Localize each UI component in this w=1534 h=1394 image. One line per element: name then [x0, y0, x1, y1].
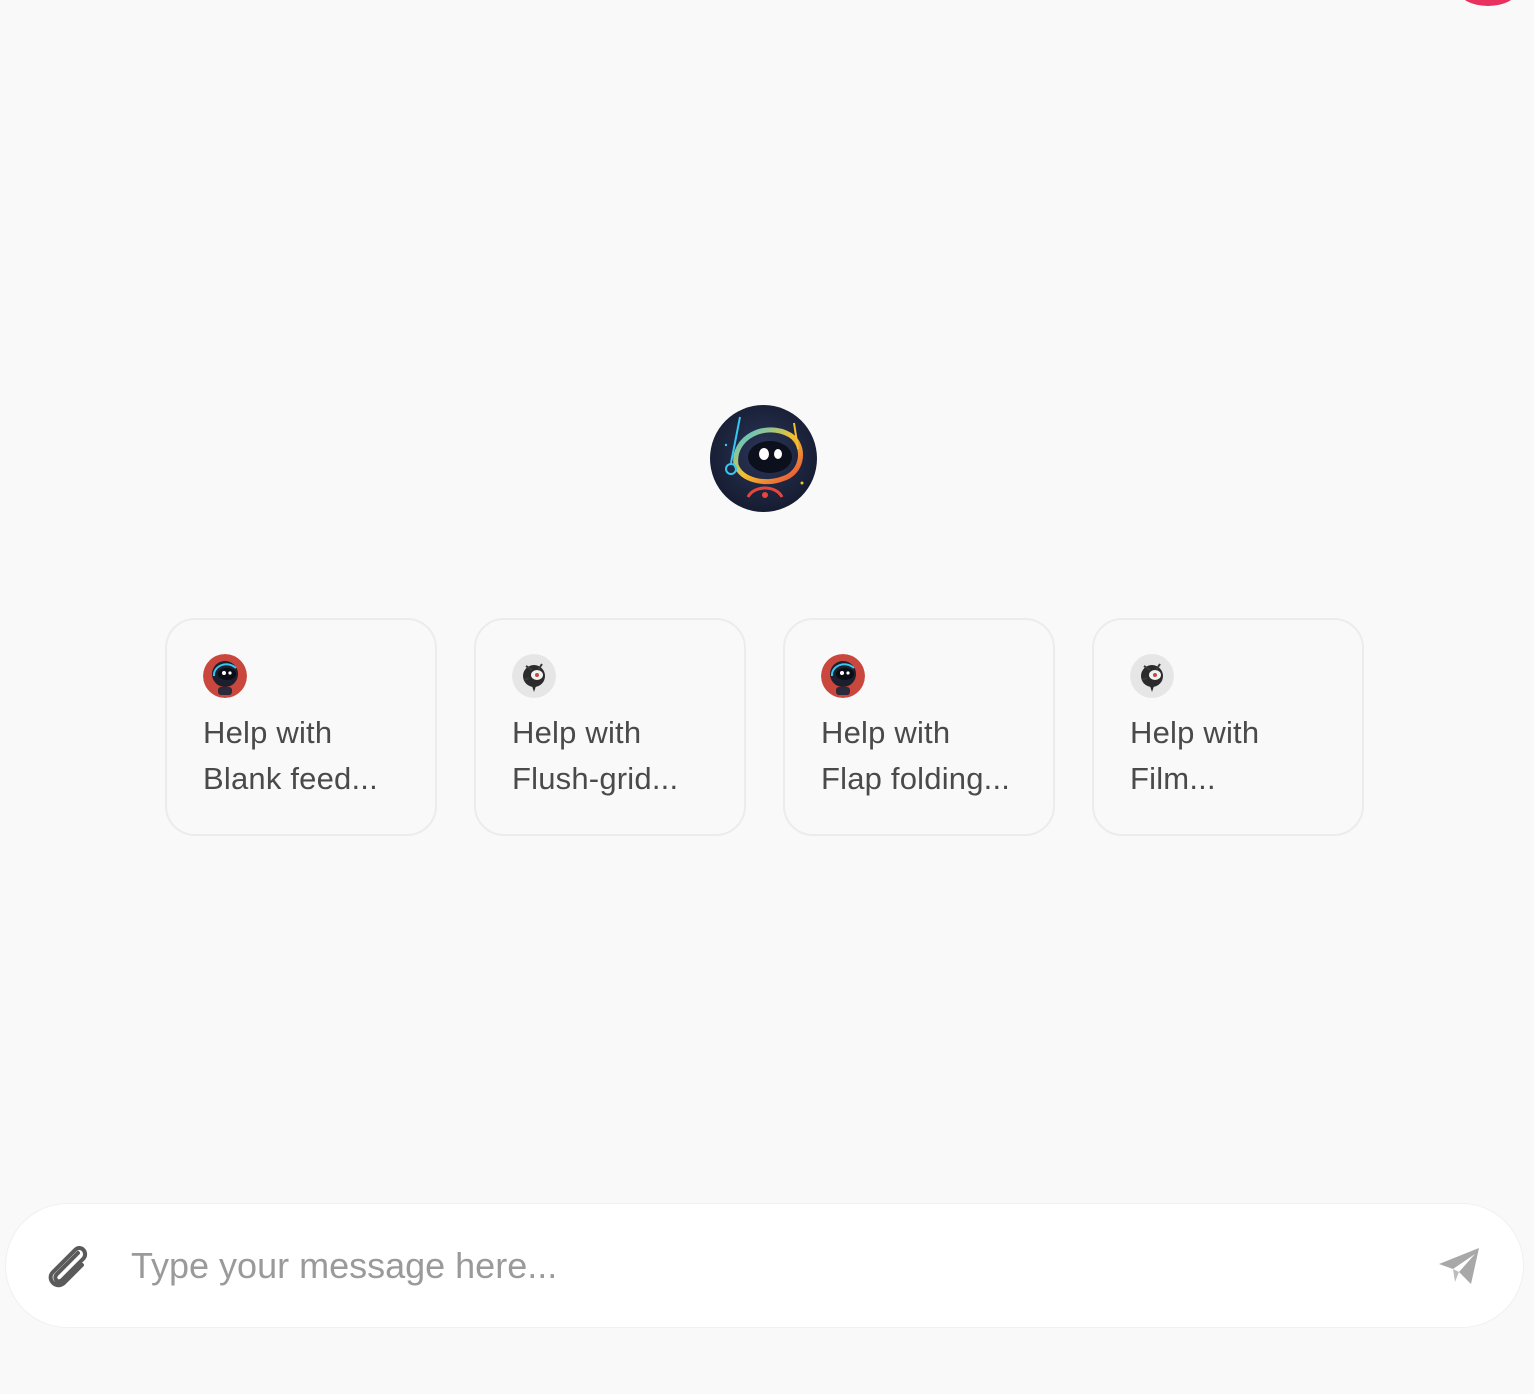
- suggestion-line2: Flush-grid...: [512, 761, 679, 796]
- suggestion-card[interactable]: Help with Blank feed...: [165, 618, 437, 836]
- red-robot-avatar-icon: [821, 654, 865, 698]
- suggestion-card[interactable]: Help with Flap folding...: [783, 618, 1055, 836]
- suggestion-line1: Help with: [821, 715, 951, 750]
- robot-avatar-icon: [710, 405, 817, 512]
- suggestion-line1: Help with: [203, 715, 333, 750]
- grey-robot-avatar-icon: [512, 654, 556, 698]
- suggestion-line2: Flap folding...: [821, 761, 1011, 796]
- suggestion-line2: Film...: [1130, 761, 1216, 796]
- message-composer: [6, 1204, 1523, 1327]
- suggestion-card[interactable]: Help with Flush-grid...: [474, 618, 746, 836]
- suggestion-line1: Help with: [512, 715, 642, 750]
- suggestion-line2: Blank feed...: [203, 761, 378, 796]
- assistant-avatar: [710, 405, 817, 512]
- suggestion-cards: Help with Blank feed... Help with Flush-…: [165, 618, 1364, 836]
- attach-button[interactable]: [39, 1238, 95, 1294]
- suggestion-line1: Help with: [1130, 715, 1260, 750]
- red-robot-avatar-icon: [203, 654, 247, 698]
- user-avatar-badge[interactable]: [1460, 0, 1516, 6]
- paperclip-icon: [48, 1245, 88, 1287]
- suggestion-card[interactable]: Help with Film...: [1092, 618, 1364, 836]
- send-button[interactable]: [1433, 1240, 1485, 1292]
- message-input[interactable]: [129, 1234, 1433, 1297]
- grey-robot-avatar-icon: [1130, 654, 1174, 698]
- paper-plane-icon: [1439, 1247, 1479, 1284]
